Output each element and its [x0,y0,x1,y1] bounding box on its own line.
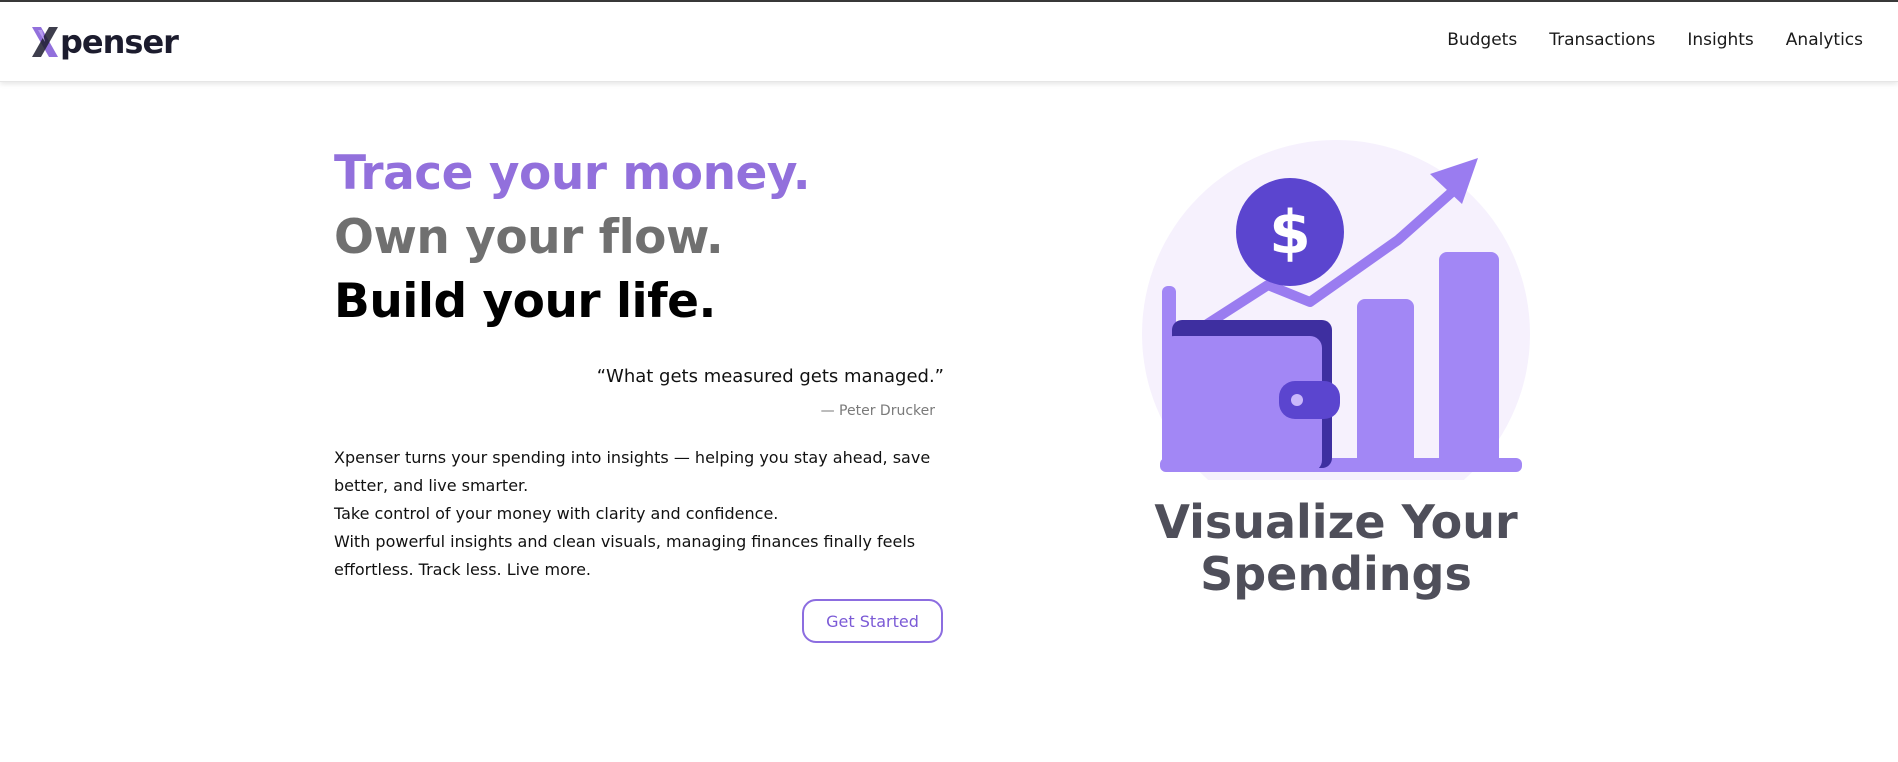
hero-description: Xpenser turns your spending into insight… [334,444,954,584]
nav-insights[interactable]: Insights [1687,30,1753,50]
headline-line-2: Own your flow. [334,210,724,265]
finance-illustration: $ [1142,140,1530,480]
brand-logo[interactable]: penser [30,23,179,61]
headline-line-3: Build your life. [334,274,716,329]
get-started-button[interactable]: Get Started [802,599,943,643]
main-nav: Budgets Transactions Insights Analytics [1447,30,1863,50]
illustration-title-line-2: Spendings [1200,547,1472,601]
nav-analytics[interactable]: Analytics [1786,30,1863,50]
nav-transactions[interactable]: Transactions [1549,30,1655,50]
x-logo-icon [32,27,58,57]
headline-line-1: Trace your money. [334,146,811,201]
dollar-coin-icon: $ [1236,178,1344,286]
description-paragraph-3: With powerful insights and clean visuals… [334,532,916,579]
svg-text:$: $ [1269,198,1311,268]
nav-budgets[interactable]: Budgets [1447,30,1517,50]
illustration-title-line-1: Visualize Your [1154,495,1518,549]
quote-author: — Peter Drucker [820,403,935,419]
brand-name: penser [60,23,179,61]
illustration-title: Visualize Your Spendings [1140,496,1532,600]
description-paragraph-1: Xpenser turns your spending into insight… [334,448,931,495]
hero-headline: Trace your money. Own your flow. Build y… [334,142,944,334]
quote-text: “What gets measured gets managed.” [596,366,944,387]
description-paragraph-2: Take control of your money with clarity … [334,504,779,523]
navbar: penser Budgets Transactions Insights Ana… [0,2,1898,82]
